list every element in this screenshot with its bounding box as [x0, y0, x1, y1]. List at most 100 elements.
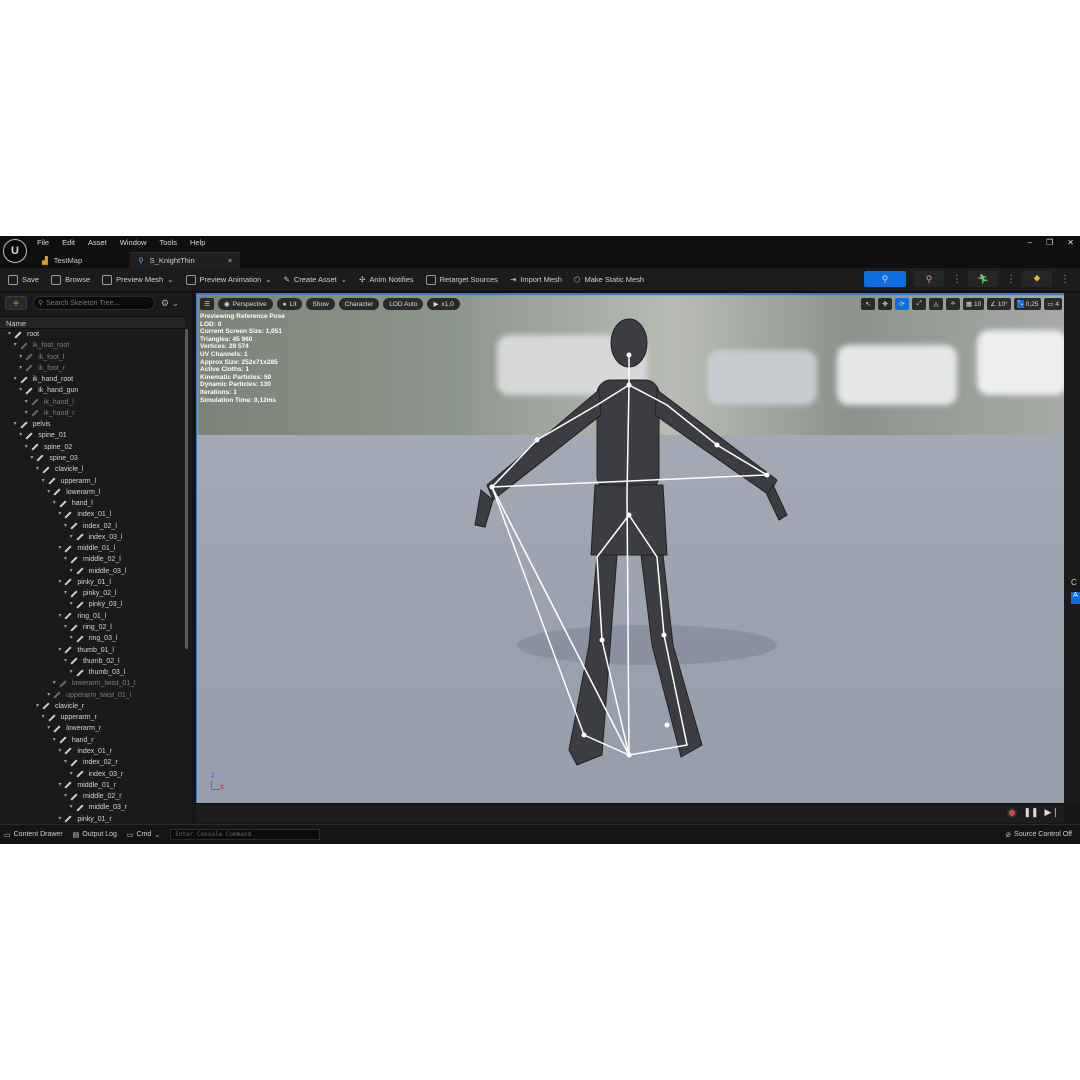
menu-file[interactable]: File — [34, 237, 52, 249]
make-static-mesh-button[interactable]: ⬡ Make Static Mesh — [574, 275, 644, 284]
select-icon[interactable]: ↖ — [861, 298, 876, 310]
more-options-icon[interactable]: ⋮ — [1006, 274, 1016, 285]
expand-arrow-icon[interactable]: ▾ — [8, 329, 11, 340]
expand-arrow-icon[interactable]: ▾ — [70, 566, 73, 577]
more-options-icon[interactable]: ⋮ — [1060, 274, 1070, 285]
lit-button[interactable]: ● Lit — [276, 298, 303, 310]
menu-asset[interactable]: Asset — [85, 237, 110, 249]
bone-item[interactable]: ▾ ik_hand_l — [25, 397, 74, 408]
expand-arrow-icon[interactable]: ▾ — [70, 599, 73, 610]
bone-item[interactable]: ▾ thumb_02_l — [64, 656, 120, 667]
lod-button[interactable]: LOD Auto — [383, 298, 424, 310]
world-local-icon[interactable]: ◬ — [929, 298, 944, 310]
bone-item[interactable]: ▾ ik_foot_r — [19, 363, 65, 374]
restore-icon[interactable]: ❐ — [1046, 238, 1053, 247]
expand-arrow-icon[interactable]: ▾ — [64, 622, 67, 633]
character-button[interactable]: Character — [338, 298, 380, 310]
menu-help[interactable]: Help — [187, 237, 208, 249]
expand-arrow-icon[interactable]: ▾ — [53, 735, 56, 746]
expand-arrow-icon[interactable]: ▾ — [58, 645, 61, 656]
rotate-icon[interactable]: ⟳ — [895, 298, 910, 310]
bone-item[interactable]: ▾ thumb_01_l — [58, 645, 114, 656]
bone-item[interactable]: ▾ middle_01_l — [58, 543, 115, 554]
content-drawer-button[interactable]: ▭ Content Drawer — [4, 831, 63, 839]
bone-item[interactable]: ▾ spine_02 — [25, 442, 72, 453]
bone-item[interactable]: ▾ ring_02_l — [64, 622, 112, 633]
bone-item[interactable]: ▾ ik_foot_l — [19, 352, 64, 363]
expand-arrow-icon[interactable]: ▾ — [70, 802, 73, 813]
bone-item[interactable]: ▾ ik_hand_gun — [19, 385, 78, 396]
bone-item[interactable]: ▾ clavicle_r — [36, 701, 84, 712]
bone-item[interactable]: ▾ pinky_02_l — [64, 588, 116, 599]
rotation-snap-button[interactable]: ∠ 10° — [987, 298, 1011, 310]
browse-button[interactable]: Browse — [51, 274, 90, 285]
minimize-icon[interactable]: – — [1028, 238, 1032, 247]
bone-item[interactable]: ▾ hand_l — [53, 498, 93, 509]
bone-item[interactable]: ▾ lowerarm_twist_01_l — [53, 678, 136, 689]
expand-arrow-icon[interactable]: ▾ — [14, 374, 17, 385]
bone-item[interactable]: ▾ index_02_l — [64, 521, 117, 532]
anim-notifies-button[interactable]: ✣ Anim Notifies — [359, 275, 413, 284]
expand-arrow-icon[interactable]: ▾ — [19, 363, 22, 374]
show-button[interactable]: Show — [306, 298, 335, 310]
tab-testmap[interactable]: ▟ TestMap — [34, 252, 90, 268]
expand-arrow-icon[interactable]: ▾ — [19, 430, 22, 441]
expand-arrow-icon[interactable]: ▾ — [70, 769, 73, 780]
tree-scrollbar[interactable] — [185, 329, 188, 649]
expand-arrow-icon[interactable]: ▾ — [42, 712, 45, 723]
bone-item[interactable]: ▾ pinky_01_l — [58, 577, 111, 588]
playback-speed-button[interactable]: ▶ x1,0 — [427, 298, 460, 310]
expand-arrow-icon[interactable]: ▾ — [70, 667, 73, 678]
bone-item[interactable]: ▾ middle_02_r — [64, 791, 122, 802]
expand-arrow-icon[interactable]: ▾ — [30, 453, 33, 464]
surface-snap-icon[interactable]: ⟡ — [946, 298, 961, 310]
tab-s-knightthin[interactable]: ⚲ S_KnightThin × — [130, 252, 241, 268]
bone-item[interactable]: ▾ ring_03_l — [70, 633, 117, 644]
bone-item[interactable]: ▾ lowerarm_l — [47, 487, 100, 498]
bone-item[interactable]: ▾ middle_01_r — [58, 780, 116, 791]
expand-arrow-icon[interactable]: ▾ — [64, 791, 67, 802]
menu-window[interactable]: Window — [117, 237, 150, 249]
expand-arrow-icon[interactable]: ▾ — [64, 757, 67, 768]
bone-item[interactable]: ▾ hand_r — [53, 735, 94, 746]
tab-close-icon[interactable]: × — [228, 256, 232, 265]
import-mesh-button[interactable]: ⇥ Import Mesh — [510, 275, 562, 284]
bone-item[interactable]: ▾ spine_03 — [30, 453, 78, 464]
expand-arrow-icon[interactable]: ▾ — [47, 690, 50, 701]
expand-arrow-icon[interactable]: ▾ — [58, 611, 61, 622]
output-log-button[interactable]: ▤ Output Log — [73, 831, 117, 839]
expand-arrow-icon[interactable]: ▾ — [53, 678, 56, 689]
bone-item[interactable]: ▾ clavicle_l — [36, 464, 83, 475]
cmd-dropdown[interactable]: ▭ Cmd ⌄ — [127, 831, 160, 839]
menu-edit[interactable]: Edit — [59, 237, 78, 249]
record-icon[interactable] — [1007, 807, 1018, 818]
expand-arrow-icon[interactable]: ▾ — [36, 701, 39, 712]
expand-arrow-icon[interactable]: ▾ — [70, 633, 73, 644]
expand-arrow-icon[interactable]: ▾ — [64, 588, 67, 599]
expand-arrow-icon[interactable]: ▾ — [47, 723, 50, 734]
expand-arrow-icon[interactable]: ▾ — [14, 419, 17, 430]
bone-item[interactable]: ▾ index_02_r — [64, 757, 118, 768]
bone-item[interactable]: ▾ pelvis — [14, 419, 51, 430]
bone-item[interactable]: ▾ index_01_r — [58, 746, 112, 757]
skeleton-search-input[interactable]: ⚲ Search Skeleton Tree... — [33, 296, 155, 310]
console-input[interactable]: Enter Console Command — [170, 829, 321, 840]
bone-item[interactable]: ▾ index_01_l — [58, 509, 111, 520]
expand-arrow-icon[interactable]: ▾ — [25, 397, 28, 408]
preview-mesh-dropdown[interactable]: Preview Mesh ⌄ — [102, 274, 174, 285]
expand-arrow-icon[interactable]: ▾ — [47, 487, 50, 498]
bone-item[interactable]: ▾ ik_hand_root — [14, 374, 73, 385]
expand-arrow-icon[interactable]: ▾ — [70, 532, 73, 543]
skeleton-mode-button[interactable]: ⚲ — [864, 271, 906, 287]
bone-item[interactable]: ▾ ring_01_l — [58, 611, 106, 622]
bone-item[interactable]: ▾ upperarm_r — [42, 712, 97, 723]
preview-viewport[interactable]: ☰ ◉ Perspective ● Lit Show Character LOD A… — [196, 293, 1064, 803]
expand-arrow-icon[interactable]: ▾ — [58, 543, 61, 554]
expand-arrow-icon[interactable]: ▾ — [58, 509, 61, 520]
expand-arrow-icon[interactable]: ▾ — [58, 577, 61, 588]
blueprint-mode-button[interactable]: ⯁ — [1022, 271, 1052, 287]
step-forward-icon[interactable]: ▶❘ — [1045, 807, 1059, 818]
bone-item[interactable]: ▾ middle_03_l — [70, 566, 126, 577]
scale-snap-button[interactable]: ⤡ 0,25 — [1013, 298, 1042, 310]
expand-arrow-icon[interactable]: ▾ — [25, 408, 28, 419]
